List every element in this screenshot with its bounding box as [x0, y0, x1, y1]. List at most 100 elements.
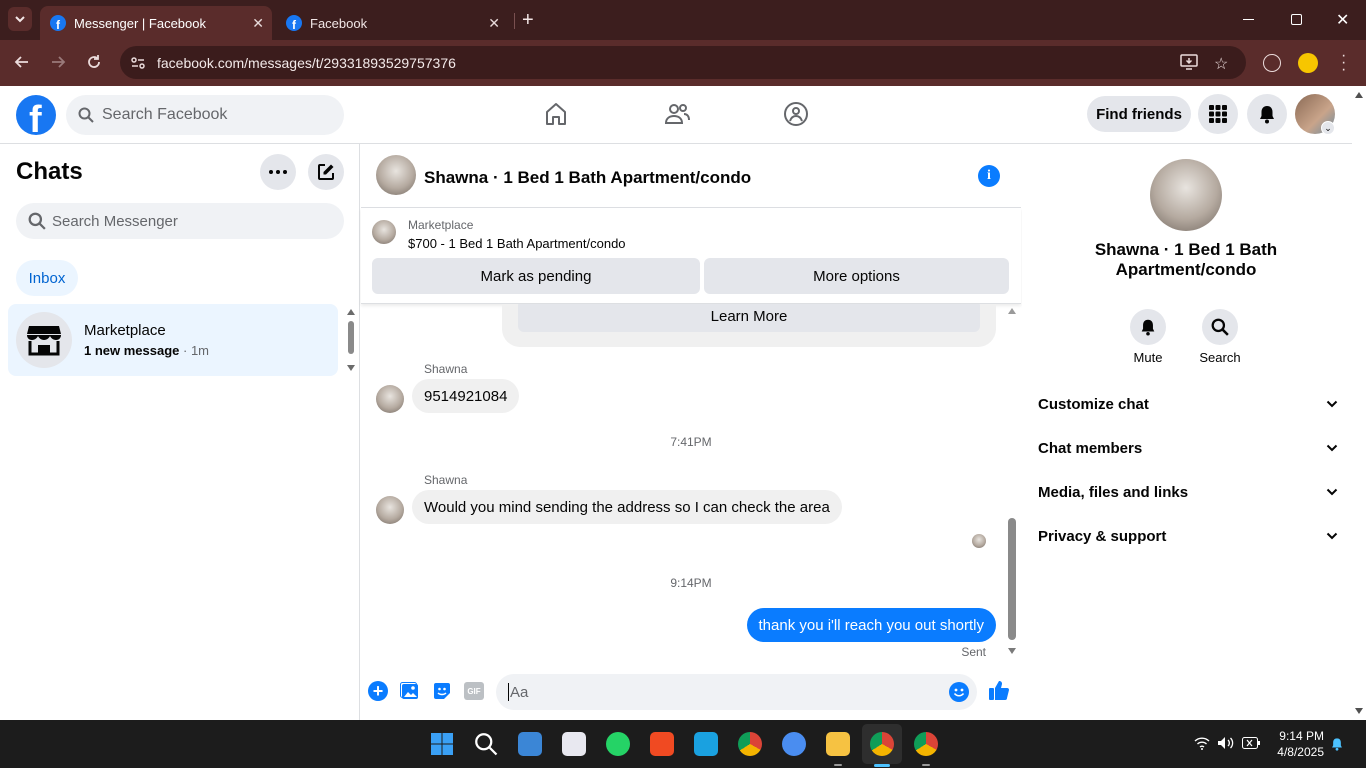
tab-search-button[interactable]: [8, 7, 32, 31]
new-tab-button[interactable]: +: [522, 10, 534, 30]
chat-time: · 1m: [183, 343, 210, 358]
profile-lock-icon[interactable]: [1298, 53, 1318, 73]
new-message-button[interactable]: [308, 154, 344, 190]
sidebar-scrollbar[interactable]: [346, 309, 356, 371]
taskbar-search-icon[interactable]: [474, 732, 498, 756]
message-input[interactable]: Aa: [496, 674, 977, 710]
search-conversation-button[interactable]: [1202, 309, 1238, 345]
page-scrollbar[interactable]: [1352, 86, 1366, 720]
message-input-placeholder: Aa: [510, 683, 529, 701]
tab-facebook[interactable]: f Facebook ✕: [276, 6, 508, 40]
message-bubble[interactable]: 9514921084: [412, 379, 520, 413]
facebook-logo-icon[interactable]: f: [16, 95, 56, 135]
more-options-button[interactable]: More options: [704, 258, 1009, 294]
scroll-thumb[interactable]: [348, 321, 354, 354]
sent-message-bubble[interactable]: thank you i'll reach you out shortly: [746, 608, 996, 642]
restore-button[interactable]: [1291, 14, 1302, 25]
whatsapp-app-icon[interactable]: [606, 732, 630, 756]
scroll-down-arrow[interactable]: [1008, 648, 1016, 654]
minimize-button[interactable]: [1243, 19, 1254, 20]
chat-options-button[interactable]: [260, 154, 296, 190]
thumbs-up-icon[interactable]: [988, 679, 1010, 701]
chat-details-panel: Shawna · 1 Bed 1 Bath Apartment/condo Mu…: [1022, 144, 1352, 720]
groups-icon[interactable]: [783, 101, 809, 127]
mute-action[interactable]: Mute: [1123, 309, 1173, 365]
learn-more-button[interactable]: Learn More: [518, 304, 980, 332]
windows-start-icon[interactable]: [430, 732, 454, 756]
chrome-app-icon[interactable]: [738, 732, 762, 756]
vertical-divider: [514, 13, 515, 29]
plus-icon[interactable]: +: [368, 681, 388, 701]
facebook-header: f Search Facebook Find friends ⌄: [0, 86, 1352, 144]
site-info-icon[interactable]: [130, 55, 146, 71]
menu-grid-button[interactable]: [1198, 94, 1238, 134]
inbox-filter-tab[interactable]: Inbox: [16, 260, 78, 296]
message-list: Learn More Shawna 9514921084 7:41PM Shaw…: [361, 304, 1021, 664]
find-friends-button[interactable]: Find friends: [1087, 96, 1191, 132]
sticker-icon[interactable]: [432, 681, 452, 701]
sender-avatar[interactable]: [376, 385, 404, 413]
chat-list-item[interactable]: Marketplace 1 new message · 1m: [8, 304, 338, 376]
friends-icon[interactable]: [664, 101, 690, 127]
close-window-button[interactable]: ✕: [1336, 10, 1349, 30]
sync-app-icon[interactable]: [782, 732, 806, 756]
scroll-up-arrow[interactable]: [347, 309, 355, 315]
chevron-down-icon: [15, 16, 25, 23]
search-messenger-input[interactable]: Search Messenger: [16, 203, 344, 239]
notifications-button[interactable]: [1247, 94, 1287, 134]
extension-icon[interactable]: [1263, 54, 1281, 72]
mute-button[interactable]: [1130, 309, 1166, 345]
gif-icon[interactable]: GIF: [464, 682, 484, 700]
scroll-down-arrow[interactable]: [347, 365, 355, 371]
media-files-links-section[interactable]: Media, files and links: [1038, 470, 1338, 514]
wifi-icon[interactable]: [1194, 736, 1210, 750]
mark-as-pending-button[interactable]: Mark as pending: [372, 258, 700, 294]
notification-bell-icon[interactable]: [1330, 736, 1344, 752]
scroll-up-arrow[interactable]: [1355, 92, 1363, 98]
privacy-support-section[interactable]: Privacy & support: [1038, 514, 1338, 558]
conversation-scrollbar[interactable]: [1006, 304, 1018, 660]
mute-label: Mute: [1133, 350, 1163, 365]
close-tab-icon[interactable]: ✕: [488, 15, 500, 32]
emoji-icon[interactable]: [949, 682, 969, 702]
sender-avatar[interactable]: [376, 496, 404, 524]
home-icon[interactable]: [544, 101, 568, 127]
account-chevron-icon[interactable]: ⌄: [1321, 121, 1335, 135]
message-bubble[interactable]: Would you mind sending the address so I …: [412, 490, 842, 524]
chrome-profile-app-icon[interactable]: [914, 732, 938, 756]
conversation-title[interactable]: Shawna · 1 Bed 1 Bath Apartment/condo: [424, 168, 751, 188]
search-facebook-input[interactable]: Search Facebook: [66, 95, 344, 135]
scroll-down-arrow[interactable]: [1355, 708, 1363, 714]
info-icon[interactable]: i: [978, 165, 1000, 187]
section-label: Media, files and links: [1038, 483, 1189, 501]
listing-thumbnail[interactable]: [372, 220, 396, 244]
photo-icon[interactable]: [400, 681, 420, 701]
brave-browser-app-icon[interactable]: [650, 732, 674, 756]
notepad-app-icon[interactable]: [518, 732, 542, 756]
chrome-app-icon[interactable]: [870, 732, 894, 756]
tab-messenger[interactable]: f Messenger | Facebook ✕: [40, 6, 272, 40]
volume-icon[interactable]: [1217, 736, 1235, 750]
chevron-down-icon: [1326, 444, 1338, 452]
chat-members-section[interactable]: Chat members: [1038, 426, 1338, 470]
clock[interactable]: 9:14 PM 4/8/2025: [1270, 728, 1324, 760]
file-explorer-app-icon[interactable]: [826, 732, 850, 756]
details-avatar[interactable]: [1150, 159, 1222, 231]
snipping-tool-app-icon[interactable]: [562, 732, 586, 756]
bookmark-star-icon[interactable]: ☆: [1214, 54, 1228, 74]
conversation-avatar[interactable]: [376, 155, 416, 195]
remote-desktop-app-icon[interactable]: [694, 732, 718, 756]
customize-chat-section[interactable]: Customize chat: [1038, 382, 1338, 426]
close-tab-icon[interactable]: ✕: [252, 15, 264, 32]
back-icon[interactable]: [14, 54, 30, 70]
listing-title[interactable]: $700 - 1 Bed 1 Bath Apartment/condo: [408, 236, 626, 251]
reload-icon[interactable]: [86, 54, 102, 70]
battery-icon[interactable]: [1242, 737, 1260, 749]
search-action[interactable]: Search: [1195, 309, 1245, 365]
scroll-up-arrow[interactable]: [1008, 308, 1016, 314]
install-app-icon[interactable]: [1180, 54, 1198, 70]
forward-icon[interactable]: [50, 54, 66, 70]
scroll-thumb[interactable]: [1008, 518, 1016, 640]
chrome-menu-icon[interactable]: · · ·: [1341, 48, 1346, 78]
address-bar[interactable]: facebook.com/messages/t/2933189352975737…: [120, 46, 1246, 79]
